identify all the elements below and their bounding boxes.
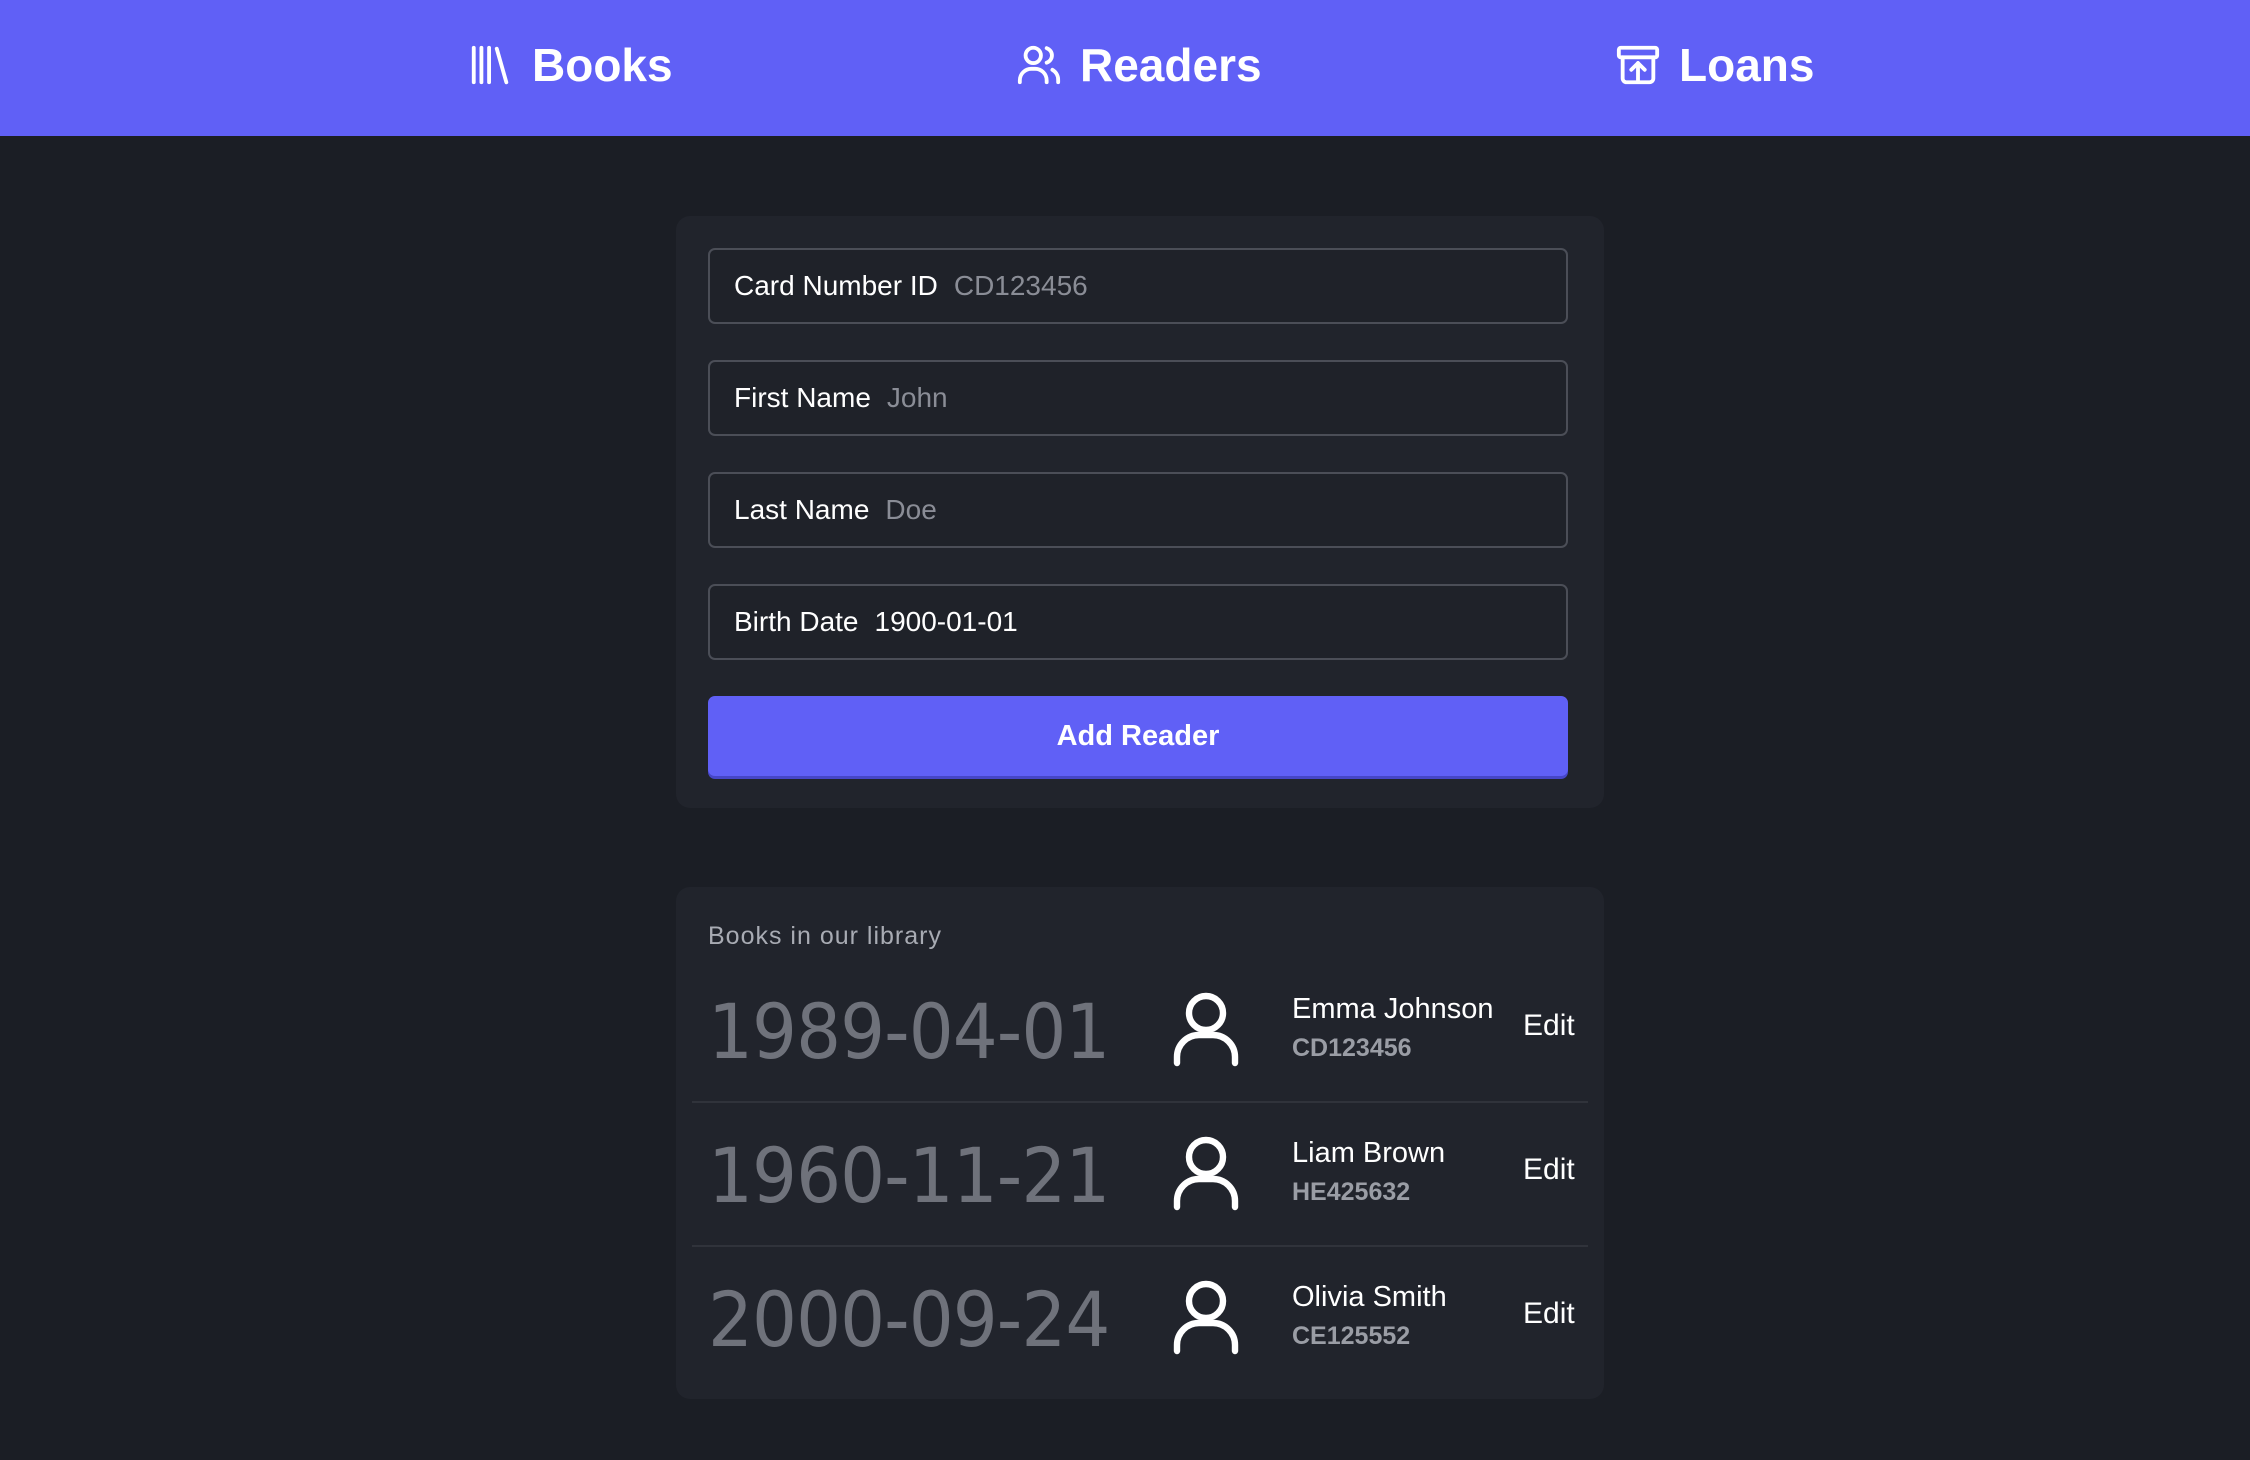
reader-name: Liam Brown	[1292, 1137, 1446, 1169]
nav-item-readers[interactable]: Readers	[1016, 32, 1262, 98]
list-item: 2000-09-24 Olivia Smith CE125552 Edit	[692, 1245, 1588, 1389]
field-label: Birth Date	[734, 606, 859, 637]
nav-item-books[interactable]: Books	[468, 32, 673, 98]
users-icon	[1016, 42, 1062, 88]
nav-label: Loans	[1679, 39, 1815, 91]
field-label: Card Number ID	[734, 270, 938, 301]
reader-birth-date: 2000-09-24	[708, 1275, 1110, 1364]
reader-card-id: CE125552	[1292, 1322, 1411, 1350]
field-label: Last Name	[734, 494, 870, 525]
books-icon	[468, 42, 514, 88]
field-label: First Name	[734, 382, 871, 413]
reader-name: Emma Johnson	[1292, 993, 1494, 1025]
reader-card-id: HE425632	[1292, 1178, 1411, 1206]
list-item: 1989-04-01 Emma Johnson CD123456 Edit	[692, 957, 1588, 1103]
user-icon	[1172, 1135, 1240, 1211]
add-reader-button[interactable]: Add Reader	[708, 696, 1568, 776]
edit-button[interactable]: Edit	[1523, 1009, 1575, 1043]
reader-name: Olivia Smith	[1292, 1281, 1447, 1313]
top-navigation: Books Readers Loans	[0, 0, 2250, 136]
birth-date-field[interactable]: Birth Date	[708, 584, 1568, 660]
reader-card-id: CD123456	[1292, 1034, 1412, 1062]
birth-date-input[interactable]	[874, 606, 1566, 638]
list-heading: Books in our library	[708, 922, 942, 950]
add-reader-form: Card Number ID First Name Last Name Birt…	[676, 216, 1604, 808]
reader-birth-date: 1989-04-01	[708, 987, 1110, 1076]
nav-label: Readers	[1080, 39, 1262, 91]
edit-button[interactable]: Edit	[1523, 1153, 1575, 1187]
last-name-field[interactable]: Last Name	[708, 472, 1568, 548]
last-name-input[interactable]	[885, 494, 1566, 526]
archive-upload-icon	[1615, 42, 1661, 88]
card-number-field[interactable]: Card Number ID	[708, 248, 1568, 324]
user-icon	[1172, 1279, 1240, 1355]
list-item: 1960-11-21 Liam Brown HE425632 Edit	[692, 1101, 1588, 1247]
nav-item-loans[interactable]: Loans	[1615, 32, 1814, 98]
readers-list: Books in our library 1989-04-01 Emma Joh…	[676, 887, 1604, 1399]
user-icon	[1172, 991, 1240, 1067]
card-number-input[interactable]	[953, 270, 1566, 302]
first-name-field[interactable]: First Name	[708, 360, 1568, 436]
first-name-input[interactable]	[886, 382, 1566, 414]
nav-label: Books	[532, 39, 673, 91]
reader-birth-date: 1960-11-21	[708, 1131, 1110, 1220]
edit-button[interactable]: Edit	[1523, 1297, 1575, 1331]
